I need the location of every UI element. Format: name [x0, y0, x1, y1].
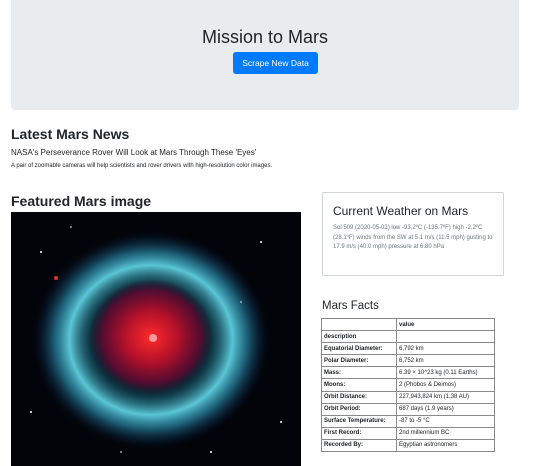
table-header-blank [396, 330, 495, 344]
fact-value: Egyptian astronomers [396, 438, 495, 453]
featured-image-heading: Featured Mars image [11, 193, 152, 209]
table-header-empty [321, 317, 397, 332]
fact-label: Polar Diameter: [321, 354, 397, 368]
table-row: Recorded By: Egyptian astronomers [321, 438, 495, 453]
jumbotron: Mission to Mars Scrape New Data [11, 0, 519, 110]
featured-image [11, 212, 301, 466]
page-title: Mission to Mars [201, 27, 329, 47]
news-paragraph: A pair of zoomable cameras will help sci… [11, 163, 273, 169]
table-row: Polar Diameter: 6,752 km [321, 354, 495, 368]
fact-label: First Record: [321, 426, 397, 440]
table-row: Orbit Period: 687 days (1.9 years) [321, 402, 495, 416]
fact-label: Recorded By: [321, 438, 397, 453]
fact-value: 227,943,824 km (1.38 AU) [396, 390, 495, 404]
table-header-value: value [396, 317, 495, 332]
news-heading: Latest Mars News [11, 126, 130, 142]
table-row: Surface Temperature: -87 to -5 °C [321, 414, 495, 428]
fact-value: 687 days (1.9 years) [396, 402, 495, 416]
table-row: First Record: 2nd millennium BC [321, 426, 495, 440]
fact-label: Equatorial Diameter: [321, 342, 397, 356]
table-row: Equatorial Diameter: 6,792 km [321, 342, 495, 356]
table-row: Moons: 2 (Phobos & Deimos) [321, 378, 495, 392]
fact-label: Orbit Period: [321, 402, 397, 416]
fact-value: 2 (Phobos & Deimos) [396, 378, 495, 392]
fact-label: Mass: [321, 366, 397, 380]
fact-value: 6,752 km [396, 354, 495, 368]
fact-value: 6,792 km [396, 342, 495, 356]
weather-text: Sol 509 (2020-05-02) low -93.2ºC (-135.7… [333, 225, 493, 251]
fact-value: -87 to -5 °C [396, 414, 495, 428]
mars-facts-heading: Mars Facts [322, 300, 379, 312]
fact-label: Orbit Distance: [321, 390, 397, 404]
table-header-row: value [321, 317, 495, 332]
weather-heading: Current Weather on Mars [333, 204, 469, 218]
table-row: Mass: 6.39 × 10^23 kg (0.11 Earths) [321, 366, 495, 380]
table-description-row: description [321, 330, 495, 344]
mars-facts-table: value description Equatorial Diameter: 6,… [321, 317, 495, 453]
fact-label: Moons: [321, 378, 397, 392]
fact-value: 6.39 × 10^23 kg (0.11 Earths) [396, 366, 495, 380]
news-title: NASA's Perseverance Rover Will Look at M… [11, 148, 257, 157]
fact-label: Surface Temperature: [321, 414, 397, 428]
weather-card: Current Weather on Mars Sol 509 (2020-05… [322, 192, 504, 276]
scrape-new-data-button[interactable]: Scrape New Data [233, 52, 318, 74]
table-header-description: description [321, 330, 397, 344]
fact-value: 2nd millennium BC [396, 426, 495, 440]
table-row: Orbit Distance: 227,943,824 km (1.38 AU) [321, 390, 495, 404]
